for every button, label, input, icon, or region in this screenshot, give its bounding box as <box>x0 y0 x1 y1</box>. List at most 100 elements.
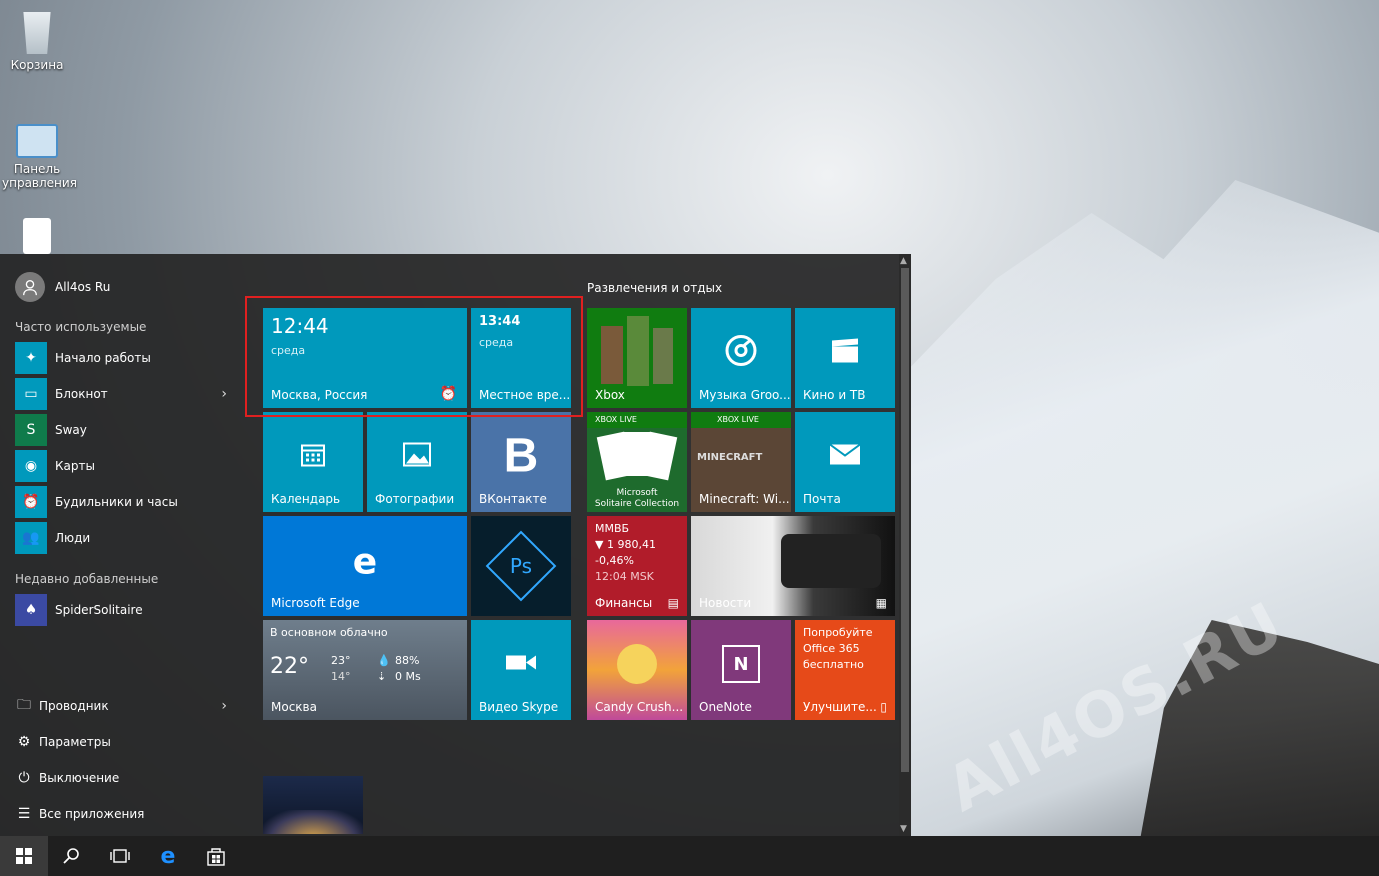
tile-earth-photo[interactable] <box>263 776 363 834</box>
tile-label: Minecraft: Wi... <box>699 492 790 506</box>
xbox-live-badge: XBOX LIVE <box>691 412 791 428</box>
tile-label: Xbox <box>595 388 625 402</box>
vk-icon: B <box>503 429 539 483</box>
tile-label: Кино и ТВ <box>803 388 866 402</box>
tile-photoshop[interactable]: Ps <box>471 516 571 616</box>
app-maps[interactable]: ◉ Карты <box>15 450 235 482</box>
office-line-3: бесплатно <box>803 658 864 671</box>
store-bag-icon <box>207 848 225 866</box>
user-account[interactable]: All4os Ru <box>15 272 110 302</box>
weather-humidity: 88% <box>395 654 420 667</box>
recycle-bin-icon <box>23 12 51 54</box>
user-avatar-icon <box>15 272 45 302</box>
task-view-icon <box>110 849 130 863</box>
video-camera-icon <box>505 653 537 676</box>
system-label: Выключение <box>39 771 120 785</box>
app-notepad[interactable]: ▭ Блокнот › <box>15 378 235 410</box>
windows-logo-icon <box>16 848 32 864</box>
app-label: Начало работы <box>55 351 151 365</box>
desktop-icon-solitaire[interactable] <box>2 218 72 258</box>
edge-icon: e <box>160 843 176 869</box>
desktop-icon-control-panel[interactable]: Панель управления <box>2 124 77 190</box>
clapperboard-icon <box>830 337 860 368</box>
tile-label: ВКонтакте <box>479 492 547 506</box>
tile-candy-crush[interactable]: Candy Crush... <box>587 620 687 720</box>
tile-office[interactable]: Попробуйте Office 365 бесплатно Улучшите… <box>795 620 895 720</box>
finance-change: -0,46% <box>595 554 634 567</box>
tile-weather[interactable]: В основном облачно 22° 23° 14° 💧 88% ⇣ 0… <box>263 620 467 720</box>
office-line-1: Попробуйте <box>803 626 873 639</box>
app-label: Блокнот <box>55 387 108 401</box>
weather-high: 23° <box>331 654 351 667</box>
start-left-column: All4os Ru Часто используемые ✦ Начало ра… <box>0 254 240 836</box>
app-spider-solitaire[interactable]: ♠ SpiderSolitaire <box>15 594 235 626</box>
app-get-started[interactable]: ✦ Начало работы <box>15 342 235 374</box>
tile-skype-video[interactable]: Видео Skype <box>471 620 571 720</box>
gear-icon: ⚙ <box>17 734 31 750</box>
explorer-link[interactable]: 🗀 Проводник › <box>15 692 235 720</box>
tile-minecraft[interactable]: XBOX LIVE MINECRAFT Minecraft: Wi... <box>691 412 791 512</box>
tile-label: Улучшите... <box>803 700 877 714</box>
solitaire-title-2: Solitaire Collection <box>594 499 680 509</box>
finance-value: ▼ 1 980,41 <box>595 538 656 551</box>
tile-xbox[interactable]: Xbox <box>587 308 687 408</box>
onenote-icon: N <box>722 645 760 683</box>
app-alarms[interactable]: ⏰ Будильники и часы <box>15 486 235 518</box>
tile-vkontakte[interactable]: B ВКонтакте <box>471 412 571 512</box>
frequent-heading: Часто используемые <box>15 320 147 334</box>
scroll-down-icon[interactable]: ▼ <box>900 824 907 834</box>
weather-condition: В основном облачно <box>270 626 388 639</box>
weather-low: 14° <box>331 670 351 683</box>
tile-onenote[interactable]: N OneNote <box>691 620 791 720</box>
tile-label: Финансы <box>595 596 653 610</box>
task-view-button[interactable] <box>96 836 144 876</box>
tile-edge[interactable]: e Microsoft Edge <box>263 516 467 616</box>
tile-finance[interactable]: ММВБ ▼ 1 980,41 -0,46% 12:04 MSK Финансы… <box>587 516 687 616</box>
weather-wind: 0 Ms <box>395 670 421 683</box>
search-button[interactable] <box>48 836 96 876</box>
xbox-character-right <box>653 328 673 384</box>
notepad-icon: ▭ <box>15 378 47 410</box>
tile-news[interactable]: Новости ▦ <box>691 516 895 616</box>
all-apps-link[interactable]: ☰ Все приложения <box>15 800 235 828</box>
edge-taskbar-button[interactable]: e <box>144 836 192 876</box>
explorer-icon: 🗀 <box>17 697 31 713</box>
scroll-up-icon[interactable]: ▲ <box>900 256 907 266</box>
system-label: Все приложения <box>39 807 145 821</box>
office-icon: ▯ <box>880 700 887 714</box>
tile-groove-music[interactable]: Музыка Groo... <box>691 308 791 408</box>
tile-label: Москва <box>271 700 317 714</box>
power-link[interactable]: ⏻ Выключение <box>15 764 235 792</box>
chevron-right-icon[interactable]: › <box>221 386 227 402</box>
search-icon <box>63 848 79 864</box>
minecraft-logo: MINECRAFT <box>697 452 763 463</box>
tile-movies-tv[interactable]: Кино и ТВ <box>795 308 895 408</box>
chevron-right-icon[interactable]: › <box>221 698 227 714</box>
cards-icon <box>23 218 51 254</box>
store-taskbar-button[interactable] <box>192 836 240 876</box>
tile-calendar[interactable]: Календарь <box>263 412 363 512</box>
tile-label: Фотографии <box>375 492 455 506</box>
tile-photos[interactable]: Фотографии <box>367 412 467 512</box>
tile-label: Candy Crush... <box>595 700 684 714</box>
tile-solitaire[interactable]: XBOX LIVE Microsoft Solitaire Collection <box>587 412 687 512</box>
tile-label: Почта <box>803 492 841 506</box>
tile-mail[interactable]: Почта <box>795 412 895 512</box>
solitaire-icon: ♠ <box>15 594 47 626</box>
start-button[interactable] <box>0 836 48 876</box>
desktop-icon-recycle-bin[interactable]: Корзина <box>2 12 72 72</box>
photos-icon <box>402 442 432 471</box>
settings-link[interactable]: ⚙ Параметры <box>15 728 235 756</box>
alarm-icon: ⏰ <box>15 486 47 518</box>
scrollbar-thumb[interactable] <box>901 268 909 772</box>
desktop-icon-label: Корзина <box>10 58 64 72</box>
xbox-character-mid <box>627 316 649 386</box>
app-people[interactable]: 👥 Люди <box>15 522 235 554</box>
finance-index: ММВБ <box>595 522 630 535</box>
app-sway[interactable]: S Sway <box>15 414 235 446</box>
solitaire-title-1: Microsoft <box>616 488 658 498</box>
candy-character-icon <box>617 644 657 684</box>
xbox-character-left <box>601 326 623 384</box>
tile-label: Музыка Groo... <box>699 388 791 402</box>
app-label: Карты <box>55 459 95 473</box>
